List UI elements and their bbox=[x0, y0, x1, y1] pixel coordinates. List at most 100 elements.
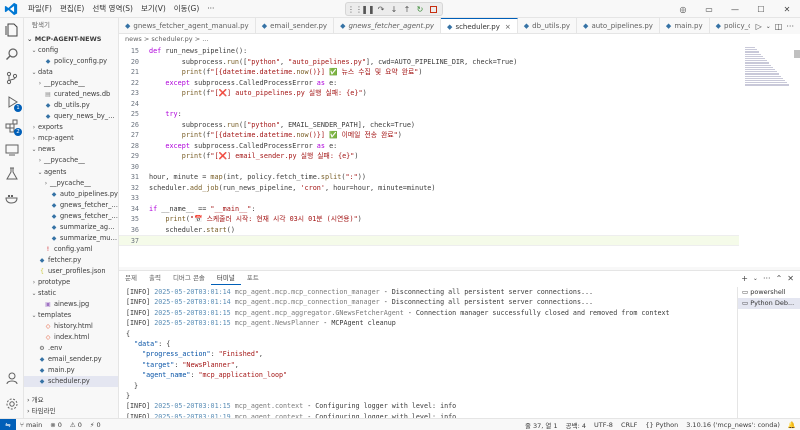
encoding[interactable]: UTF-8 bbox=[590, 421, 617, 429]
code-line[interactable]: 29 print(f"[❌] email_sender.py 실행 실패: {e… bbox=[119, 151, 739, 162]
panel-tab[interactable]: 문제 bbox=[119, 271, 143, 285]
copilot-icon[interactable]: ◎ bbox=[670, 5, 696, 14]
maximize-panel-icon[interactable]: ⌃ bbox=[776, 274, 783, 283]
menu-selection[interactable]: 선택 영역(S) bbox=[88, 3, 137, 14]
code-line[interactable]: 25 try: bbox=[119, 109, 739, 120]
settings-gear-icon[interactable] bbox=[4, 396, 20, 412]
terminal-output[interactable]: [INFO] 2025-05-20T03:01:14 mcp_agent.mcp… bbox=[119, 287, 737, 419]
editor-tab[interactable]: ◆ scheduler.py × bbox=[441, 18, 518, 33]
code-line[interactable]: 20 subprocess.run(["python", "auto_pipel… bbox=[119, 57, 739, 68]
ports-count[interactable]: ⚡ 0 bbox=[86, 421, 105, 429]
folder-item[interactable]: ⌄static bbox=[24, 288, 118, 299]
code-line[interactable]: 27 print(f"[{datetime.datetime.now()}] ✅… bbox=[119, 130, 739, 141]
close-window-button[interactable]: ✕ bbox=[774, 5, 800, 14]
explorer-icon[interactable] bbox=[4, 22, 20, 38]
file-item[interactable]: {user_profiles.json bbox=[24, 266, 118, 277]
extensions-icon[interactable]: 2 bbox=[4, 118, 22, 136]
code-editor[interactable]: 15 def run_news_pipeline(): 20 subprocess.… bbox=[119, 45, 739, 267]
folder-item[interactable]: ⌄templates bbox=[24, 310, 118, 321]
python-interpreter[interactable]: 3.10.16 ('mcp_news': conda) bbox=[682, 421, 784, 429]
file-item[interactable]: ◆gnews_fetcher_agent... bbox=[24, 211, 118, 222]
editor-scrollbar-thumb[interactable] bbox=[794, 50, 800, 58]
file-item[interactable]: ◆gnews_fetcher_agent... bbox=[24, 200, 118, 211]
more-actions-icon[interactable]: ··· bbox=[763, 274, 771, 283]
folder-item[interactable]: › __pycache__ bbox=[24, 155, 118, 166]
code-line[interactable]: 36 scheduler.start() bbox=[119, 225, 739, 236]
code-line[interactable]: 28 except subprocess.CalledProcessError … bbox=[119, 141, 739, 152]
close-panel-icon[interactable]: ✕ bbox=[787, 274, 794, 283]
file-item[interactable]: ◆ policy_config.py bbox=[24, 56, 118, 67]
chevron-down-icon[interactable]: ⌄ bbox=[753, 275, 758, 282]
folder-item[interactable]: › mcp-agent bbox=[24, 133, 118, 144]
code-line[interactable]: 37 bbox=[119, 235, 739, 246]
editor-tab[interactable]: ◆ email_sender.py bbox=[255, 18, 335, 33]
editor-tab[interactable]: ◆ auto_pipelines.py bbox=[577, 18, 660, 33]
editor-tab[interactable]: ◆ main.py bbox=[659, 18, 710, 33]
remote-indicator-icon[interactable]: ⇋ bbox=[0, 418, 16, 430]
end-of-line[interactable]: CRLF bbox=[617, 421, 641, 429]
file-item[interactable]: ◇ history.html bbox=[24, 321, 118, 332]
code-line[interactable]: 22 except subprocess.CalledProcessError … bbox=[119, 78, 739, 89]
folder-item[interactable]: › __pycache__ bbox=[24, 178, 118, 189]
notifications-bell-icon[interactable]: 🔔 bbox=[784, 421, 800, 429]
panel-tab[interactable]: 터미널 bbox=[210, 271, 241, 285]
file-item[interactable]: ◆ main.py bbox=[24, 365, 118, 376]
file-item[interactable]: ◆summarize_multimod... bbox=[24, 233, 118, 244]
stop-icon[interactable] bbox=[427, 3, 439, 15]
add-terminal-icon[interactable]: + bbox=[741, 274, 748, 283]
code-line[interactable]: 35 print("📅 스케줄러 시작: 현재 시각 03시 01분 (시연용)… bbox=[119, 214, 739, 225]
chevron-down-icon[interactable]: ⌄ bbox=[766, 23, 771, 30]
drag-handle-icon[interactable]: ⋮⋮ bbox=[347, 3, 363, 15]
panel-tab[interactable]: 출력 bbox=[143, 271, 167, 285]
run-debug-icon[interactable]: 1 bbox=[4, 94, 22, 112]
code-line[interactable]: 33 bbox=[119, 193, 739, 204]
close-tab-icon[interactable]: × bbox=[505, 23, 511, 31]
code-line[interactable]: 30 bbox=[119, 162, 739, 173]
pause-icon[interactable]: ❚❚ bbox=[361, 3, 374, 15]
breadcrumb[interactable]: news > scheduler.py > ... bbox=[119, 34, 800, 45]
file-item[interactable]: ◆ fetcher.py bbox=[24, 255, 118, 266]
maximize-button[interactable]: ☐ bbox=[748, 5, 774, 14]
menu-view[interactable]: 보기(V) bbox=[137, 3, 170, 14]
remote-explorer-icon[interactable] bbox=[4, 142, 20, 158]
file-item[interactable]: ◆ scheduler.py bbox=[24, 376, 118, 388]
file-item[interactable]: ▣ ainews.jpg bbox=[24, 299, 118, 310]
terminal-item-python-debug[interactable]: ▭ Python Deb... bbox=[738, 298, 800, 309]
menu-more[interactable]: ··· bbox=[203, 4, 218, 13]
menu-file[interactable]: 파일(F) bbox=[24, 3, 56, 14]
menu-edit[interactable]: 편집(E) bbox=[56, 3, 88, 14]
folder-item[interactable]: ⌄agents bbox=[24, 167, 118, 178]
indentation[interactable]: 공백: 4 bbox=[562, 420, 590, 430]
code-line[interactable]: 24 bbox=[119, 99, 739, 110]
docker-icon[interactable] bbox=[4, 190, 20, 206]
code-line[interactable]: 26 subprocess.run(["python", EMAIL_SENDE… bbox=[119, 120, 739, 131]
outline-section[interactable]: › 개요 bbox=[24, 395, 118, 406]
code-line[interactable]: 31 hour, minute = map(int, policy.fetch_t… bbox=[119, 172, 739, 183]
warnings-count[interactable]: ⚠ 0 bbox=[66, 421, 86, 429]
folder-item[interactable]: › exports bbox=[24, 122, 118, 133]
source-control-icon[interactable] bbox=[4, 70, 20, 86]
layout-icon[interactable]: ▭ bbox=[696, 5, 722, 14]
step-into-icon[interactable]: ↓ bbox=[388, 3, 400, 15]
step-over-icon[interactable]: ↷ bbox=[375, 3, 387, 15]
code-line[interactable]: 15 def run_news_pipeline(): bbox=[119, 46, 739, 57]
file-item[interactable]: ◆query_news_by_keywo... bbox=[24, 111, 118, 122]
code-line[interactable]: 21 print(f"[{datetime.datetime.now()}] ✅… bbox=[119, 67, 739, 78]
file-item[interactable]: ⚙ .env bbox=[24, 343, 118, 354]
menu-go[interactable]: 이동(G) bbox=[170, 3, 203, 14]
terminal-item-powershell[interactable]: ▭ powershell bbox=[738, 287, 800, 298]
editor-tab[interactable]: ◆ db_utils.py bbox=[517, 18, 578, 33]
code-line[interactable]: 32 scheduler.add_job(run_news_pipeline, '… bbox=[119, 183, 739, 194]
panel-tab[interactable]: 디버그 콘솔 bbox=[167, 271, 211, 285]
file-item[interactable]: ◇ index.html bbox=[24, 332, 118, 343]
cursor-position[interactable]: 줄 37, 열 1 bbox=[521, 420, 562, 430]
timeline-section[interactable]: › 타임라인 bbox=[24, 406, 118, 417]
split-editor-icon[interactable]: ◫ bbox=[775, 22, 783, 31]
file-item[interactable]: ◆ db_utils.py bbox=[24, 100, 118, 111]
errors-count[interactable]: ⊗ 0 bbox=[46, 421, 66, 429]
editor-tab[interactable]: ◆ gnews_fetcher_agent_manual.py bbox=[119, 18, 256, 33]
branch-indicator[interactable]: ⑂ main bbox=[16, 421, 46, 429]
workspace-root[interactable]: ⌄ MCP-AGENT-NEWS bbox=[24, 33, 118, 45]
step-out-icon[interactable]: ↑ bbox=[401, 3, 413, 15]
code-line[interactable]: 23 print(f"[❌] auto_pipelines.py 실행 실패: … bbox=[119, 88, 739, 99]
